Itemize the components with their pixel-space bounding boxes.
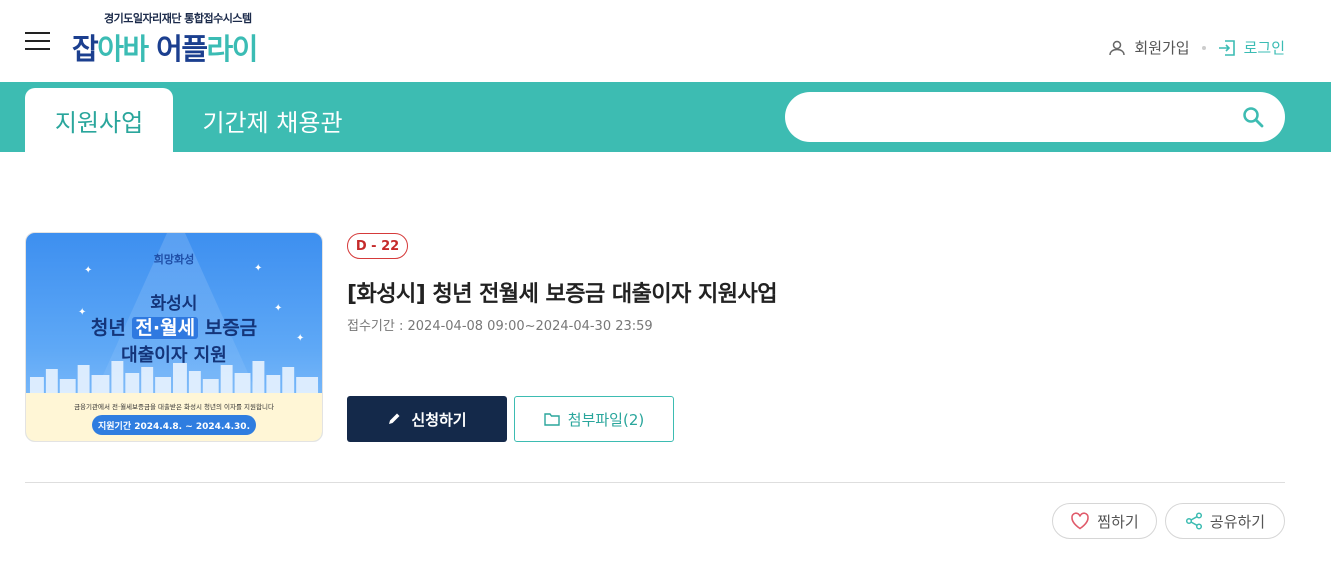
headline-highlight: 전·월세 (132, 317, 199, 339)
search-input[interactable] (805, 102, 1225, 132)
city-skyline-illustration (29, 361, 319, 397)
attachments-button[interactable]: 첨부파일(2) (514, 396, 674, 442)
period-value: 2024-04-08 09:00~2024-04-30 23:59 (407, 319, 653, 334)
join-label: 회원가입 (1134, 39, 1190, 57)
headline-1a: 청년 (90, 317, 133, 339)
apply-label: 신청하기 (411, 410, 467, 429)
thumbnail-logo: 희망화성 (153, 253, 195, 266)
period-label: 접수기간 : (347, 319, 404, 334)
site-logo[interactable]: 경기도일자리재단 통합접수시스템 잡아바 어플라이 (72, 8, 292, 68)
notice-title: [화성시] 청년 전월세 보증금 대출이자 지원사업 (347, 282, 777, 307)
utility-menu: 회원가입 로그인 (1108, 37, 1285, 58)
user-icon (1109, 40, 1126, 55)
share-icon (1185, 512, 1202, 530)
heart-icon (1071, 512, 1090, 530)
logo-part-4: 라이 (206, 32, 259, 66)
logo-part-1: 잡 (72, 32, 99, 66)
pencil-icon (389, 413, 400, 424)
logo-part-3: 어플 (156, 32, 208, 66)
separator-dot (1201, 45, 1206, 50)
login-link[interactable]: 로그인 (1218, 37, 1285, 58)
thumbnail-headline-1: 청년 전·월세 보증금 (26, 313, 322, 340)
application-period: 접수기간 : 2024-04-08 09:00~2024-04-30 23:59 (347, 315, 653, 334)
menu-icon[interactable] (25, 32, 50, 50)
thumbnail-city: 화성시 (150, 294, 198, 314)
main-nav: 지원사업 기간제 채용관 (0, 82, 1331, 152)
logo-subtitle: 경기도일자리재단 통합접수시스템 (104, 12, 252, 25)
search-icon[interactable] (1241, 105, 1265, 129)
search-box (785, 92, 1285, 142)
tab-support-programs[interactable]: 지원사업 (25, 88, 173, 152)
join-link[interactable]: 회원가입 (1108, 37, 1190, 58)
folder-icon (544, 413, 560, 426)
login-icon (1218, 39, 1235, 56)
thumbnail-description: 금융기관에서 전·월세보증금을 대출받은 화성시 청년의 이자를 지원합니다 (74, 403, 274, 411)
attachments-label: 첨부파일(2) (567, 410, 645, 429)
site-header: 경기도일자리재단 통합접수시스템 잡아바 어플라이 회원가입 로그인 (0, 0, 1331, 82)
thumbnail-period-badge: 지원기간 2024.4.8. ~ 2024.4.30. (92, 415, 256, 435)
share-button[interactable]: 공유하기 (1165, 503, 1285, 539)
section-divider (25, 482, 1285, 483)
wishlist-button[interactable]: 찜하기 (1052, 503, 1157, 539)
logo-part-2: 아바 (97, 32, 157, 66)
apply-button[interactable]: 신청하기 (347, 396, 507, 442)
wishlist-label: 찜하기 (1097, 512, 1139, 531)
dday-badge: D - 22 (347, 233, 408, 259)
headline-1b: 보증금 (198, 317, 258, 339)
tab-fixed-term-jobs[interactable]: 기간제 채용관 (185, 88, 360, 152)
logo-wordmark: 잡아바 어플라이 (72, 26, 259, 68)
notice-thumbnail[interactable]: ✦ ✦ ✦ ✦ ✦ 희망화성 화성시 청년 전·월세 보증금 대출이자 지원 금… (25, 232, 323, 442)
login-label: 로그인 (1243, 39, 1285, 57)
share-label: 공유하기 (1209, 512, 1266, 531)
